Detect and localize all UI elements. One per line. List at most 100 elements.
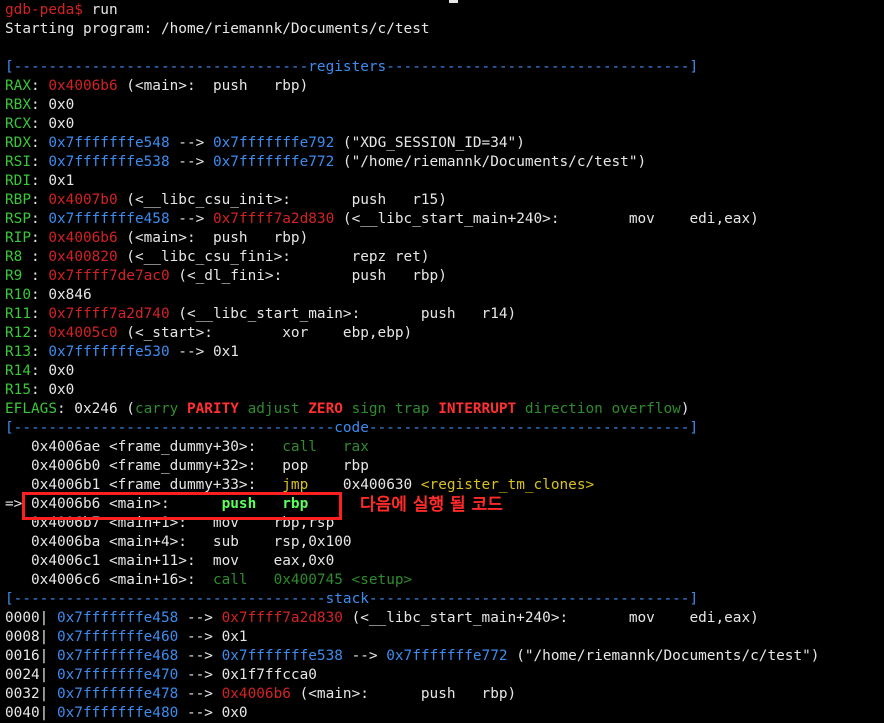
terminal-text-segment: (<__libc_start_main>: push r14) xyxy=(169,306,517,322)
terminal-text-segment: R12 xyxy=(5,325,31,341)
terminal-text-segment: call rax xyxy=(282,439,369,455)
terminal-text-segment: 0x7fffffffe458 xyxy=(48,211,170,227)
terminal-text-segment: 0000| xyxy=(5,610,57,626)
terminal-line: 0016| 0x7fffffffe468 --> 0x7fffffffe538 … xyxy=(5,647,884,666)
terminal-window[interactable]: { "colors": { "default": "#e6e6e6", "gre… xyxy=(0,0,884,721)
terminal-text-segment: R13 xyxy=(5,344,31,360)
terminal-text-segment: 0x4006b1 <frame_dummy+33>: xyxy=(5,477,283,493)
terminal-text-segment: 0x400820 xyxy=(48,249,118,265)
terminal-text-segment: (<_dl_fini>: push rbp) xyxy=(169,268,447,284)
terminal-text-segment: --> xyxy=(178,686,222,702)
terminal-text-segment: adjust xyxy=(238,401,309,417)
terminal-text-segment: direction overflow xyxy=(516,401,681,417)
terminal-text-segment: gdb-peda$ xyxy=(5,2,92,18)
terminal-text-segment: : xyxy=(31,192,49,208)
terminal-text-segment: RDI xyxy=(5,173,31,189)
terminal-text-segment: 0x7fffffffe470 xyxy=(56,667,179,683)
terminal-text-segment: registers xyxy=(308,59,387,75)
terminal-text-segment: [------------------------------------- xyxy=(5,420,335,436)
terminal-text-segment: -------------------------------------] xyxy=(368,420,699,436)
terminal-text-segment: 0x4006b6 xyxy=(48,230,118,246)
terminal-text-segment: ("XDG_SESSION_ID=34") xyxy=(334,135,525,151)
terminal-text-segment: --> xyxy=(169,211,213,227)
terminal-text-segment: 0032| xyxy=(5,686,57,702)
terminal-line: R8 : 0x400820 (<__libc_csu_fini>: repz r… xyxy=(5,248,884,267)
terminal-text-segment: ZERO xyxy=(308,401,343,417)
terminal-text-segment: 0x7fffffffe548 xyxy=(48,135,170,151)
terminal-text-segment: 0x4005c0 xyxy=(48,325,118,341)
terminal-text-segment: : xyxy=(31,268,49,284)
terminal-text-segment: : 0x846 xyxy=(31,287,92,303)
terminal-text-segment: R15 xyxy=(5,382,31,398)
terminal-text-segment: 0x7fffffffe538 xyxy=(221,648,343,664)
terminal-text-segment: : xyxy=(31,325,49,341)
terminal-text-segment: PARITY xyxy=(186,401,239,417)
terminal-text-segment: [------------------------------------ xyxy=(5,591,326,607)
terminal-line: 0x4006ba <main+4>: sub rsp,0x100 xyxy=(5,533,884,552)
terminal-text-segment: RDX xyxy=(5,135,31,151)
terminal-text-segment: (<__libc_start_main+240>: mov edi,eax) xyxy=(334,211,759,227)
terminal-line: [------------------------------------sta… xyxy=(5,590,884,609)
terminal-text-segment: 0x4006b0 <frame_dummy+32>: pop rbp xyxy=(5,458,369,474)
terminal-text-segment: 0x7ffff7a2d740 xyxy=(48,306,170,322)
terminal-text-segment: 0x7ffff7de7ac0 xyxy=(48,268,170,284)
terminal-text-segment: : xyxy=(31,306,49,322)
terminal-text-segment: --> xyxy=(169,154,213,170)
terminal-line: 0000| 0x7fffffffe458 --> 0x7ffff7a2d830 … xyxy=(5,609,884,628)
terminal-text-segment: 0x7fffffffe460 xyxy=(56,629,179,645)
terminal-text-segment: [---------------------------------- xyxy=(5,59,309,75)
terminal-text-segment: 0x400630 xyxy=(342,477,421,493)
terminal-text-segment: RCX xyxy=(5,116,31,132)
terminal-text-segment: RSP xyxy=(5,211,31,227)
terminal-text-segment: : 0x0 xyxy=(31,363,75,379)
terminal-text-segment: R14 xyxy=(5,363,31,379)
terminal-text-segment: : xyxy=(31,230,49,246)
terminal-text-segment: --> xyxy=(178,610,222,626)
terminal-line: 0x4006c6 <main+16>: call 0x400745 <setup… xyxy=(5,571,884,590)
terminal-text-segment: 0x4006c1 <main+11>: mov eax,0x0 xyxy=(5,553,335,569)
terminal-text-segment: run xyxy=(91,2,118,18)
terminal-text-segment: --> 0x1 xyxy=(178,629,248,645)
terminal-text-segment: INTERRUPT xyxy=(438,401,517,417)
terminal-output[interactable]: gdb-peda$ run Starting program: /home/rie… xyxy=(5,0,884,723)
terminal-text-segment: (<__libc_csu_init>: push r15) xyxy=(117,192,447,208)
terminal-line: R9 : 0x7ffff7de7ac0 (<_dl_fini>: push rb… xyxy=(5,267,884,286)
terminal-text-segment: ) xyxy=(680,401,690,417)
terminal-line: [----------------------------------regis… xyxy=(5,58,884,77)
terminal-text-segment: 0x4007b0 xyxy=(48,192,118,208)
terminal-line: RDI: 0x1 xyxy=(5,172,884,191)
terminal-text-segment: RIP xyxy=(5,230,31,246)
terminal-line: 0x4006ae <frame_dummy+30>: call rax xyxy=(5,438,884,457)
terminal-text-segment: 0x7fffffffe538 xyxy=(48,154,170,170)
terminal-text-segment: EFLAGS xyxy=(5,401,57,417)
current-instruction-highlight-box xyxy=(22,492,342,520)
terminal-line: R11: 0x7ffff7a2d740 (<__libc_start_main>… xyxy=(5,305,884,324)
terminal-text-segment: call 0x400745 <setup> xyxy=(212,572,413,588)
terminal-text-segment: Starting program: /home/riemannk/Documen… xyxy=(5,21,430,37)
terminal-line: EFLAGS: 0x246 (carry PARITY adjust ZERO … xyxy=(5,400,884,419)
terminal-line: gdb-peda$ run xyxy=(5,1,884,20)
terminal-text-segment: --> xyxy=(178,648,222,664)
terminal-text-segment: (<__libc_csu_fini>: repz ret) xyxy=(117,249,430,265)
terminal-text-segment: -------------------------------------] xyxy=(368,591,699,607)
terminal-line: 0008| 0x7fffffffe460 --> 0x1 xyxy=(5,628,884,647)
terminal-line: RIP: 0x4006b6 (<main>: push rbp) xyxy=(5,229,884,248)
terminal-text-segment: ("/home/riemannk/Documents/c/test") xyxy=(507,648,820,664)
terminal-text-segment: : 0x1 xyxy=(31,173,75,189)
terminal-text-segment: jmp xyxy=(282,477,343,493)
terminal-text-segment: : xyxy=(31,344,49,360)
terminal-text-segment: RBP xyxy=(5,192,31,208)
terminal-text-segment: R11 xyxy=(5,306,31,322)
terminal-text-segment: : xyxy=(31,154,49,170)
terminal-text-segment: (<main>: push rbp) xyxy=(290,686,517,702)
terminal-line: R10: 0x846 xyxy=(5,286,884,305)
terminal-line: RAX: 0x4006b6 (<main>: push rbp) xyxy=(5,77,884,96)
terminal-text-segment: stack xyxy=(325,591,369,607)
terminal-line: R13: 0x7fffffffe530 --> 0x1 xyxy=(5,343,884,362)
terminal-text-segment: : 0x246 ( xyxy=(56,401,135,417)
terminal-line: RBX: 0x0 xyxy=(5,96,884,115)
terminal-text-segment: : 0x0 xyxy=(31,97,75,113)
terminal-text-segment: : xyxy=(31,135,49,151)
terminal-text-segment: (<_start>: xor ebp,ebp) xyxy=(117,325,413,341)
